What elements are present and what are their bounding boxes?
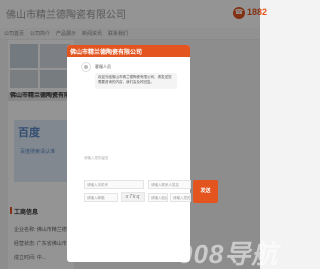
captcha-input[interactable]: 请输入验证码 [148, 193, 168, 202]
phone-field[interactable]: 请输入手机号 [84, 180, 144, 189]
captcha-image[interactable]: x7kq [121, 192, 145, 202]
chat-dialog-title: 佛山市精兰德陶瓷有限公司 [70, 50, 143, 56]
name-field[interactable]: 请输入联系人姓名 [148, 180, 191, 189]
chat-dialog-header: 佛山市精兰德陶瓷有限公司 [67, 45, 190, 57]
agent-name: 客服人员 [95, 64, 111, 69]
company-field[interactable]: 请输入您的公司 [170, 193, 191, 202]
email-field[interactable]: 请输入邮箱 [84, 193, 118, 202]
greeting-message: 欢迎光临佛山市精兰德陶瓷有限公司，请发送您需要咨询的内容，我们会及时回复。 [95, 73, 177, 89]
send-button[interactable]: 发送 [193, 180, 218, 203]
message-input[interactable]: 请输入您的留言 [84, 156, 184, 174]
agent-avatar [81, 62, 91, 72]
watermark-logo: 008导航 [178, 239, 279, 269]
chat-dialog: 佛山市精兰德陶瓷有限公司 客服人员 欢迎光临佛山市精兰德陶瓷有限公司，请发送您需… [67, 45, 190, 262]
